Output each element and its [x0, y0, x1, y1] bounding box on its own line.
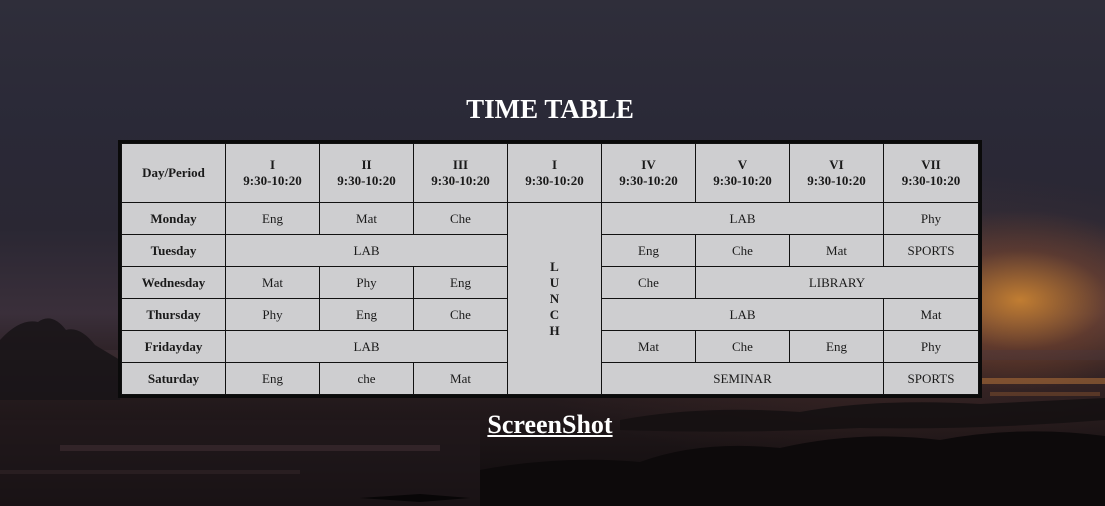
- subject-cell: LAB: [225, 330, 508, 363]
- lunch-letter: H: [549, 322, 560, 338]
- day-cell: Thursday: [121, 298, 226, 331]
- subject-cell: Eng: [225, 362, 320, 395]
- subject-cell: Che: [413, 298, 508, 331]
- screenshot-link[interactable]: ScreenShot: [487, 410, 612, 439]
- subject-cell: LIBRARY: [695, 266, 979, 299]
- screenshot-link-container: ScreenShot: [0, 410, 1100, 440]
- period-number: I: [551, 157, 558, 172]
- lunch-cell: L U N C H: [507, 202, 602, 395]
- period-time: 9:30-10:20: [525, 173, 584, 188]
- subject-cell: Eng: [413, 266, 508, 299]
- period-header: II 9:30-10:20: [319, 143, 414, 203]
- subject-cell: che: [319, 362, 414, 395]
- subject-cell: Che: [601, 266, 696, 299]
- period-number: I: [269, 157, 276, 172]
- subject-cell: Phy: [225, 298, 320, 331]
- subject-cell: SEMINAR: [601, 362, 884, 395]
- page-title: TIME TABLE: [466, 94, 634, 124]
- subject-cell: Mat: [883, 298, 979, 331]
- subject-cell: Mat: [789, 234, 884, 267]
- period-number: II: [361, 157, 372, 172]
- period-time: 9:30-10:20: [901, 173, 961, 188]
- subject-cell: LAB: [601, 202, 884, 235]
- subject-cell: Che: [695, 330, 790, 363]
- subject-cell: Phy: [883, 202, 979, 235]
- day-cell: Monday: [121, 202, 226, 235]
- subject-cell: Phy: [319, 266, 414, 299]
- period-header: I 9:30-10:20: [507, 143, 602, 203]
- period-header: IV 9:30-10:20: [601, 143, 696, 203]
- period-time: 9:30-10:20: [243, 173, 302, 188]
- subject-cell: Eng: [789, 330, 884, 363]
- period-time: 9:30-10:20: [713, 173, 772, 188]
- lunch-letter: L: [550, 258, 559, 274]
- day-cell: Saturday: [121, 362, 226, 395]
- day-cell: Tuesday: [121, 234, 226, 267]
- timetable-container: Day/Period I 9:30-10:20 II 9:30-10:20 III 9…: [118, 140, 982, 398]
- lunch-letter: N: [549, 290, 560, 306]
- subject-cell: Che: [695, 234, 790, 267]
- subject-cell: Mat: [319, 202, 414, 235]
- period-header: III 9:30-10:20: [413, 143, 508, 203]
- period-header: V 9:30-10:20: [695, 143, 790, 203]
- lunch-letter: C: [549, 306, 560, 322]
- period-header: VII 9:30-10:20: [883, 143, 979, 203]
- subject-cell: SPORTS: [883, 234, 979, 267]
- period-number: IV: [641, 157, 656, 172]
- subject-cell: Mat: [413, 362, 508, 395]
- period-header: I 9:30-10:20: [225, 143, 320, 203]
- subject-cell: Eng: [319, 298, 414, 331]
- subject-cell: Mat: [601, 330, 696, 363]
- table-row: Monday Eng Mat Che L U N C H LAB Phy: [121, 202, 979, 395]
- period-number: VI: [829, 157, 844, 172]
- subject-cell: LAB: [601, 298, 884, 331]
- timetable: Day/Period I 9:30-10:20 II 9:30-10:20 III 9…: [121, 143, 979, 395]
- period-time: 9:30-10:20: [807, 173, 866, 188]
- period-header: VI 9:30-10:20: [789, 143, 884, 203]
- lunch-letter: U: [549, 274, 560, 290]
- subject-cell: Eng: [601, 234, 696, 267]
- subject-cell: Eng: [225, 202, 320, 235]
- period-number: III: [452, 157, 469, 172]
- day-cell: Fridayday: [121, 330, 226, 363]
- period-number: V: [737, 157, 748, 172]
- subject-cell: Mat: [225, 266, 320, 299]
- subject-cell: Che: [413, 202, 508, 235]
- period-time: 9:30-10:20: [337, 173, 396, 188]
- subject-cell: LAB: [225, 234, 508, 267]
- day-cell: Wednesday: [121, 266, 226, 299]
- period-number: VII: [921, 157, 941, 172]
- header-row: Day/Period I 9:30-10:20 II 9:30-10:20 III 9…: [121, 143, 979, 203]
- period-time: 9:30-10:20: [619, 173, 678, 188]
- day-period-header: Day/Period: [121, 143, 226, 203]
- subject-cell: Phy: [883, 330, 979, 363]
- period-time: 9:30-10:20: [431, 173, 490, 188]
- subject-cell: SPORTS: [883, 362, 979, 395]
